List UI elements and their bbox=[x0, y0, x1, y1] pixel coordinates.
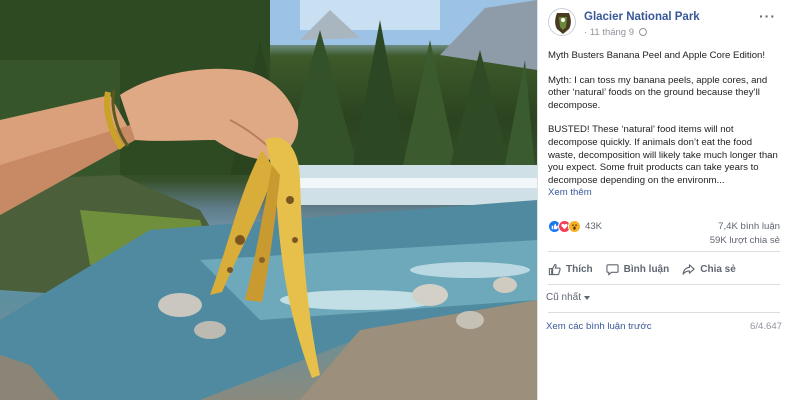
globe-icon bbox=[638, 28, 647, 36]
like-button[interactable]: Thích bbox=[548, 258, 593, 280]
like-button-label: Thích bbox=[566, 263, 593, 275]
page-avatar[interactable] bbox=[548, 8, 576, 36]
post-header: Glacier National Park · 11 tháng 9 ··· bbox=[548, 8, 780, 42]
share-button[interactable]: Chia sẻ bbox=[682, 258, 736, 280]
divider bbox=[548, 312, 780, 313]
comment-sort-dropdown[interactable]: Cũ nhất bbox=[546, 292, 591, 303]
view-previous-comments-link[interactable]: Xem các bình luận trước bbox=[546, 321, 652, 332]
post-photo[interactable] bbox=[0, 0, 537, 400]
post-paragraph-title: Myth Busters Banana Peel and Apple Core … bbox=[548, 50, 766, 61]
see-more-link[interactable]: Xem thêm bbox=[548, 187, 780, 200]
wow-icon bbox=[568, 219, 581, 233]
post-text: Myth Busters Banana Peel and Apple Core … bbox=[548, 50, 780, 200]
post-meta: · 11 tháng 9 bbox=[584, 27, 647, 38]
divider bbox=[548, 251, 780, 252]
comment-button-label: Bình luận bbox=[623, 263, 670, 275]
comment-pager: 6/4.647 bbox=[749, 321, 782, 332]
post-paragraph-myth: Myth: I can toss my banana peels, apple … bbox=[548, 74, 768, 111]
photo-illustration bbox=[0, 0, 537, 400]
post-side-panel: Glacier National Park · 11 tháng 9 ··· M… bbox=[537, 0, 786, 400]
thumbs-up-icon bbox=[548, 263, 561, 275]
comment-button[interactable]: Bình luận bbox=[606, 258, 670, 280]
more-options-button[interactable]: ··· bbox=[759, 8, 776, 24]
comment-count[interactable]: 7,4K bình luận bbox=[718, 221, 780, 232]
caret-down-icon bbox=[584, 295, 591, 300]
post-paragraph-busted: BUSTED! These ‘natural’ food items will … bbox=[548, 124, 778, 186]
share-count[interactable]: 59K lượt chia sẻ bbox=[710, 235, 780, 246]
share-arrow-icon bbox=[682, 263, 695, 275]
comment-sort-label: Cũ nhất bbox=[546, 292, 582, 303]
nps-arrowhead-icon bbox=[555, 13, 571, 34]
share-button-label: Chia sẻ bbox=[700, 263, 736, 275]
reaction-count: 43K bbox=[585, 220, 603, 232]
post-date[interactable]: 11 tháng 9 bbox=[590, 27, 634, 38]
page-name[interactable]: Glacier National Park bbox=[584, 11, 700, 23]
divider bbox=[548, 284, 780, 285]
action-bar: Thích Bình luận Chia sẻ bbox=[548, 258, 780, 280]
reactions-summary[interactable]: 43K bbox=[548, 219, 602, 233]
speech-bubble-icon bbox=[606, 263, 619, 276]
